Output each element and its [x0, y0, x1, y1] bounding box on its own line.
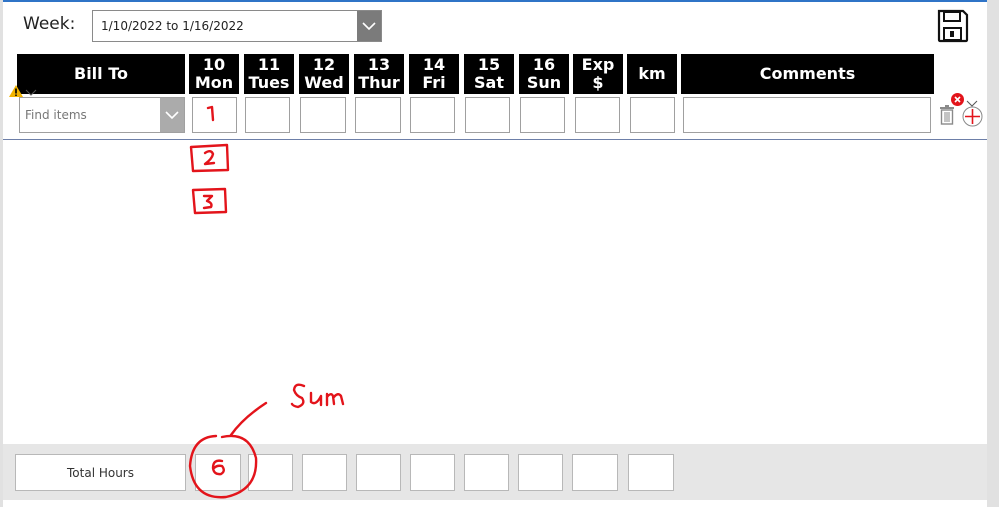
- comments-input[interactable]: [683, 97, 931, 133]
- thur-hours-input[interactable]: [355, 97, 401, 133]
- trash-icon[interactable]: [940, 105, 954, 125]
- column-header-expenses: Exp $: [573, 54, 623, 94]
- total-tues: [248, 454, 293, 491]
- chevron-down-icon[interactable]: [25, 82, 37, 96]
- column-header-fri: 14 Fri: [409, 54, 459, 94]
- km-input[interactable]: [630, 97, 675, 133]
- header-day-number: 13: [367, 55, 391, 74]
- header-text: Exp: [581, 55, 615, 74]
- chevron-down-icon[interactable]: [357, 11, 381, 41]
- fri-hours-input[interactable]: [410, 97, 455, 133]
- header-day-name: Fri: [422, 73, 446, 92]
- total-expenses: [572, 454, 618, 491]
- total-wed: [302, 454, 347, 491]
- column-header-sat: 15 Sat: [464, 54, 514, 94]
- add-row-icon[interactable]: [962, 106, 983, 127]
- chevron-down-icon[interactable]: [160, 98, 184, 132]
- header-day-name: Thur: [358, 73, 400, 92]
- header-text: km: [638, 64, 666, 83]
- row-divider: [3, 139, 987, 140]
- week-dropdown[interactable]: 1/10/2022 to 1/16/2022: [92, 10, 382, 42]
- week-dropdown-value: 1/10/2022 to 1/16/2022: [101, 19, 244, 33]
- app-window: Week: 1/10/2022 to 1/16/2022 Bill To 10 M…: [0, 0, 999, 507]
- sat-hours-input[interactable]: [465, 97, 510, 133]
- header-text: Comments: [759, 64, 856, 83]
- sun-hours-input[interactable]: [520, 97, 565, 133]
- header-text: Bill To: [74, 64, 128, 83]
- total-sat: [464, 454, 509, 491]
- timesheet-screen: Week: 1/10/2022 to 1/16/2022 Bill To 10 M…: [3, 0, 987, 507]
- header-day-number: 14: [422, 55, 446, 74]
- header-day-name: Wed: [304, 73, 344, 92]
- tues-hours-input[interactable]: [245, 97, 290, 133]
- column-header-wed: 12 Wed: [299, 54, 349, 94]
- header-day-number: 12: [312, 55, 336, 74]
- header-day-name: Sat: [474, 73, 504, 92]
- column-header-bill-to: Bill To: [17, 54, 185, 94]
- bill-to-combobox[interactable]: Find items: [19, 97, 185, 133]
- column-header-thur: 13 Thur: [354, 54, 404, 94]
- column-header-comments: Comments: [681, 54, 934, 94]
- mon-hours-input[interactable]: [192, 97, 237, 133]
- week-label: Week:: [23, 14, 76, 34]
- total-thur: [356, 454, 401, 491]
- bill-to-placeholder: Find items: [25, 108, 87, 122]
- warning-icon[interactable]: [9, 82, 23, 97]
- column-header-sun: 16 Sun: [519, 54, 569, 94]
- column-header-mon: 10 Mon: [189, 54, 239, 94]
- header-day-number: 10: [202, 55, 226, 74]
- header-day-number: 15: [477, 55, 501, 74]
- total-sun: [518, 454, 563, 491]
- header-text: $: [592, 73, 604, 92]
- column-header-km: km: [627, 54, 677, 94]
- header-day-name: Tues: [248, 73, 290, 92]
- header-day-number: 16: [532, 55, 556, 74]
- column-header-tues: 11 Tues: [244, 54, 294, 94]
- header-day-name: Sun: [526, 73, 562, 92]
- total-mon: [195, 454, 241, 491]
- total-km: [628, 454, 674, 491]
- header-day-name: Mon: [194, 73, 234, 92]
- error-icon[interactable]: [951, 91, 964, 106]
- expenses-input[interactable]: [575, 97, 620, 133]
- save-icon[interactable]: [936, 9, 969, 43]
- total-fri: [410, 454, 455, 491]
- chevron-down-icon[interactable]: [966, 93, 978, 107]
- wed-hours-input[interactable]: [300, 97, 346, 133]
- total-hours-label: Total Hours: [15, 454, 186, 491]
- header-day-number: 11: [257, 55, 281, 74]
